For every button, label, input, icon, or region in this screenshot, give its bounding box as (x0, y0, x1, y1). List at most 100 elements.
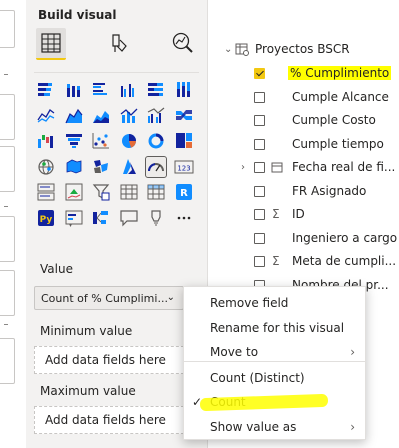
stacked-area-visual-button[interactable] (91, 106, 111, 126)
100-bar-visual-button[interactable] (146, 80, 166, 100)
menu-item-show-value-as[interactable]: Show value as › (184, 415, 365, 439)
field-checkbox[interactable] (254, 138, 265, 150)
pie-icon (121, 134, 136, 148)
card-visual-button[interactable]: 123 (174, 157, 194, 177)
menu-item-rename-for-this-visual[interactable]: Rename for this visual (184, 316, 365, 340)
divider (34, 72, 199, 73)
field-name: Cumple Costo (292, 113, 376, 127)
waterfall-visual-button[interactable] (36, 131, 56, 151)
field-checkbox[interactable] (254, 162, 265, 173)
filled-map-icon (66, 159, 81, 173)
line-column-visual-button[interactable] (119, 106, 139, 126)
clustered-column-visual-button[interactable] (119, 80, 139, 100)
filter-card[interactable] (0, 216, 15, 262)
pie-visual-button[interactable] (119, 131, 139, 151)
field-row[interactable]: % Cumplimiento (208, 62, 399, 84)
field-name: % Cumplimiento (288, 66, 392, 80)
r-visual-visual-button[interactable]: R (174, 182, 194, 202)
menu-item-remove-field[interactable]: Remove field (184, 291, 365, 315)
chevron-right-icon[interactable]: › (241, 162, 245, 173)
stacked-bar-visual-button[interactable] (36, 80, 56, 100)
field-row[interactable]: Cumple Alcance (208, 86, 399, 108)
value-field-name: Count of % Cumplimi... (41, 291, 168, 305)
kpi-icon (65, 183, 82, 201)
field-checkbox[interactable] (254, 115, 265, 126)
filter-card[interactable] (0, 94, 15, 140)
chevron-right-icon: › (350, 345, 355, 359)
gauge-visual-button[interactable] (145, 155, 167, 178)
line-clustered-visual-button[interactable] (146, 106, 166, 126)
multirow-card-visual-button[interactable] (36, 182, 56, 202)
sigma-icon: Σ (272, 207, 280, 221)
field-row[interactable]: Σ Meta de cumpli... (208, 250, 399, 272)
menu-item-label: Show value as (210, 420, 297, 434)
area-chart-icon (64, 108, 82, 123)
more-visual-button[interactable] (174, 208, 194, 228)
table-icon (120, 184, 137, 200)
chevron-down-icon[interactable]: ⌄ (224, 44, 232, 55)
qa-visual-button[interactable] (119, 208, 139, 228)
filled-map-visual-button[interactable] (64, 157, 84, 177)
svg-text:R: R (180, 188, 188, 199)
analytics-button[interactable] (168, 28, 198, 58)
table-node[interactable]: ⌄ Proyectos BSCR (208, 38, 399, 60)
100-column-visual-button[interactable] (174, 80, 194, 100)
line-chart-icon (37, 108, 55, 123)
format-visual-button[interactable] (104, 28, 134, 58)
key-influencers-visual-button[interactable] (64, 208, 84, 228)
filter-card[interactable] (0, 146, 15, 192)
kpi-visual-button[interactable] (64, 182, 84, 202)
filter-card[interactable] (0, 10, 15, 48)
matrix-visual-button[interactable] (146, 182, 166, 202)
chevron-down-icon[interactable]: ⌄ (167, 292, 175, 303)
filter-card[interactable] (0, 270, 15, 316)
field-checkbox[interactable] (254, 209, 265, 220)
r-visual-icon: R (175, 184, 192, 200)
smart-narrative-visual-button[interactable] (146, 208, 166, 228)
field-row[interactable]: Cumple tiempo (208, 133, 399, 155)
filter-card[interactable] (0, 338, 15, 384)
menu-item-count-distinct[interactable]: Count (Distinct) (184, 366, 365, 390)
menu-item-label: Move to (210, 345, 259, 359)
minimum-value-dropzone[interactable]: Add data fields here (34, 346, 189, 374)
field-row[interactable]: FR Asignado (208, 180, 399, 202)
field-row[interactable]: › Fecha real de fi... (208, 156, 399, 178)
slicer-visual-button[interactable] (91, 182, 111, 202)
chevron-right-icon: › (350, 420, 355, 434)
table-visual-button[interactable] (119, 182, 139, 202)
decomposition-tree-visual-button[interactable] (91, 208, 111, 228)
clustered-bar-visual-button[interactable] (91, 80, 111, 100)
maximum-value-dropzone[interactable]: Add data fields here (34, 406, 189, 434)
field-checkbox[interactable] (254, 185, 265, 197)
key-influencers-icon (65, 210, 82, 227)
field-checkbox[interactable] (254, 91, 265, 103)
smart-narrative-icon (151, 209, 161, 225)
funnel-visual-button[interactable] (64, 131, 84, 151)
azure-map-visual-button[interactable] (119, 157, 139, 177)
treemap-visual-button[interactable] (174, 131, 194, 151)
field-checkbox[interactable] (254, 68, 265, 79)
map-visual-button[interactable] (36, 157, 56, 177)
python-visual-icon: Py (38, 209, 54, 226)
field-row[interactable]: Σ ID (208, 203, 399, 225)
build-visual-button[interactable] (36, 28, 66, 60)
field-context-menu: Remove field Rename for this visual Move t… (183, 286, 366, 440)
field-checkbox[interactable] (254, 256, 265, 267)
field-row[interactable]: Ingeniero a cargo (208, 227, 399, 249)
menu-item-label: Rename for this visual (210, 321, 345, 335)
scatter-visual-button[interactable] (91, 131, 111, 151)
qa-icon (119, 209, 138, 226)
donut-visual-button[interactable] (146, 131, 166, 151)
ribbon-chart-visual-button[interactable] (174, 106, 194, 126)
slicer-icon (92, 184, 110, 201)
stacked-column-visual-button[interactable] (64, 80, 84, 100)
scatter-icon (92, 133, 109, 149)
value-field-well[interactable]: Count of % Cumplimi... ⌄ (34, 286, 184, 310)
line-chart-visual-button[interactable] (36, 106, 56, 126)
python-visual-visual-button[interactable]: Py (36, 208, 56, 228)
field-row[interactable]: Cumple Costo (208, 109, 399, 131)
field-checkbox[interactable] (254, 232, 265, 244)
area-chart-visual-button[interactable] (64, 106, 84, 126)
matrix-icon (147, 184, 165, 200)
shape-map-visual-button[interactable] (91, 157, 111, 177)
